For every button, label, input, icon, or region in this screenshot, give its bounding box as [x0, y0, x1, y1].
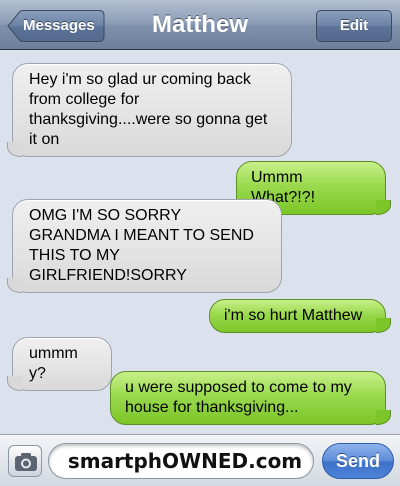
- message-line: house for thanksgiving...: [125, 399, 299, 416]
- message-bubble-incoming: ummm y?: [7, 337, 112, 391]
- message-bubble-incoming: Hey i'm so glad ur coming back from coll…: [7, 63, 292, 157]
- message-line: ummm y?: [29, 345, 78, 382]
- message-bubble-outgoing: u were supposed to come to my house for …: [110, 371, 391, 425]
- message-line: GIRLFRIEND!SORRY: [29, 267, 187, 284]
- camera-button[interactable]: [8, 445, 42, 477]
- message-bubble-incoming: OMG I'M SO SORRY GRANDMA I MEANT TO SEND…: [7, 199, 282, 293]
- message-input[interactable]: smartphOWNED.com: [48, 443, 314, 479]
- message-line: thanksgiving....were so gonna get: [29, 111, 268, 128]
- message-thread: Hey i'm so glad ur coming back from coll…: [0, 51, 400, 431]
- message-line: u were supposed to come to my: [125, 379, 352, 396]
- message-line: THIS TO MY: [29, 247, 120, 264]
- message-line: it on: [29, 131, 60, 148]
- message-composer-bar: smartphOWNED.com Send: [0, 434, 400, 486]
- send-button[interactable]: Send: [322, 443, 394, 479]
- message-line: i'm so hurt Matthew: [224, 307, 363, 324]
- navigation-bar: Messages Matthew Edit: [0, 0, 400, 50]
- message-line: OMG I'M SO SORRY: [29, 207, 182, 224]
- camera-icon: [15, 453, 37, 471]
- edit-button[interactable]: Edit: [316, 10, 392, 42]
- message-bubble-outgoing: i'm so hurt Matthew: [209, 299, 391, 333]
- message-line: from college for: [29, 91, 140, 108]
- message-line: Hey i'm so glad ur coming back: [29, 71, 251, 88]
- message-line: GRANDMA I MEANT TO SEND: [29, 227, 254, 244]
